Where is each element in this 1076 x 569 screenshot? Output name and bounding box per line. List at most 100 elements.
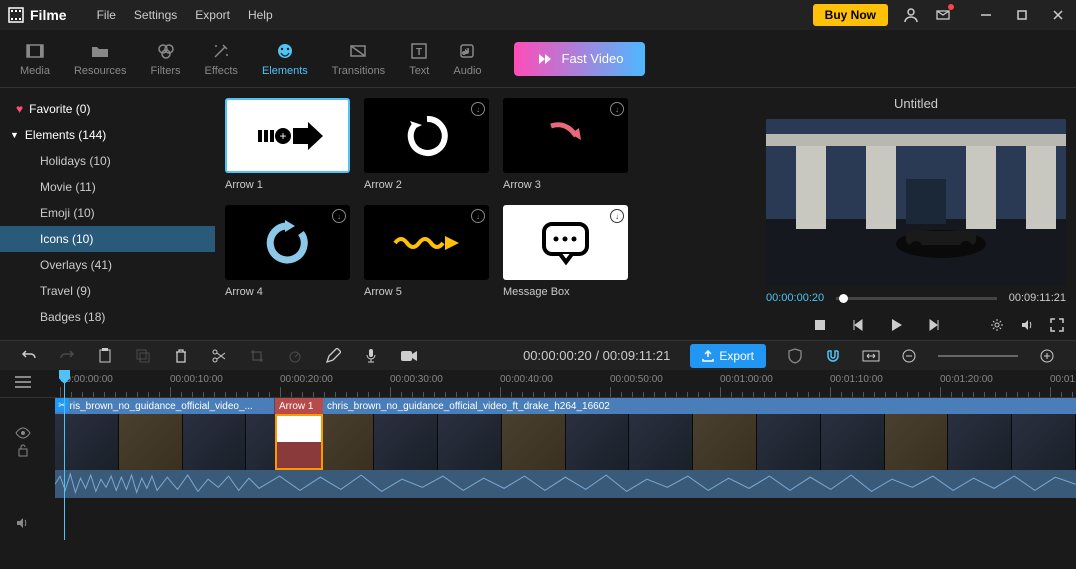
export-button[interactable]: Export — [690, 344, 766, 368]
sidebar-item-holidays[interactable]: Holidays (10) — [0, 148, 215, 174]
copy-icon[interactable] — [134, 347, 152, 365]
grid-item-arrow1[interactable]: + Arrow 1 — [225, 98, 350, 191]
edit-icon[interactable] — [324, 347, 342, 365]
caret-down-icon: ▼ — [10, 130, 19, 140]
sidebar-elements[interactable]: ▼Elements (144) — [0, 122, 215, 148]
scissors-icon[interactable]: ✂ — [55, 398, 69, 412]
menu-help[interactable]: Help — [248, 8, 273, 22]
ruler-mark: 00:00:30:00 — [390, 374, 443, 385]
settings-gear-icon[interactable] — [988, 316, 1006, 334]
mail-icon[interactable] — [934, 6, 952, 24]
download-icon: ↓ — [471, 209, 485, 223]
sidebar-item-icons[interactable]: Icons (10) — [0, 226, 215, 252]
app-name: Filme — [30, 7, 67, 23]
shield-icon[interactable] — [786, 347, 804, 365]
arrow-element-clip[interactable] — [275, 414, 323, 470]
menu-file[interactable]: File — [97, 8, 116, 22]
paste-icon[interactable] — [96, 347, 114, 365]
timeline-ruler[interactable]: 00:00:00:0000:00:10:0000:00:20:0000:00:3… — [0, 370, 1076, 398]
delete-icon[interactable] — [172, 347, 190, 365]
resources-icon — [90, 41, 110, 61]
stop-icon[interactable] — [811, 316, 829, 334]
zoom-in-icon[interactable] — [1038, 347, 1056, 365]
transitions-icon — [348, 41, 368, 61]
mic-icon[interactable] — [362, 347, 380, 365]
undo-icon[interactable] — [20, 347, 38, 365]
ruler-mark: 00:01:00:00 — [720, 374, 773, 385]
elements-icon — [275, 41, 295, 61]
tool-elements[interactable]: Elements — [250, 35, 320, 83]
sidebar-item-overlays[interactable]: Overlays (41) — [0, 252, 215, 278]
buy-now-button[interactable]: Buy Now — [813, 4, 888, 26]
thumb-arrow2: ↓ — [364, 98, 489, 173]
speaker-icon[interactable] — [15, 516, 29, 530]
crop-icon[interactable] — [248, 347, 266, 365]
menu-export[interactable]: Export — [195, 8, 230, 22]
tool-text[interactable]: TText — [397, 35, 441, 83]
fast-video-button[interactable]: Fast Video — [514, 42, 646, 76]
video-track[interactable] — [55, 414, 1076, 470]
eye-icon[interactable] — [15, 427, 31, 439]
audio-track[interactable] — [55, 508, 1076, 538]
tracks: ✂ chris_brown_no_guidance_official_video… — [0, 398, 1076, 538]
grid-item-arrow5[interactable]: ↓ Arrow 5 — [364, 205, 489, 298]
main-area: ♥Favorite (0) ▼Elements (144) Holidays (… — [0, 88, 1076, 340]
grid-item-arrow2[interactable]: ↓ Arrow 2 — [364, 98, 489, 191]
sidebar-item-badges[interactable]: Badges (18) — [0, 304, 215, 330]
fullscreen-icon[interactable] — [1048, 316, 1066, 334]
play-controls — [766, 310, 1066, 340]
play-icon[interactable] — [887, 316, 905, 334]
thumb-arrow5: ↓ — [364, 205, 489, 280]
sidebar-item-movie[interactable]: Movie (11) — [0, 174, 215, 200]
prev-frame-icon[interactable] — [849, 316, 867, 334]
grid-item-messagebox[interactable]: ↓ Message Box — [503, 205, 628, 298]
tool-resources[interactable]: Resources — [62, 35, 139, 83]
text-icon: T — [409, 41, 429, 61]
preview-video[interactable] — [766, 119, 1066, 286]
tool-effects[interactable]: Effects — [193, 35, 250, 83]
fit-icon[interactable] — [862, 347, 880, 365]
sidebar-favorite[interactable]: ♥Favorite (0) — [0, 96, 215, 122]
sidebar-item-travel[interactable]: Travel (9) — [0, 278, 215, 304]
clip-segment-arrow[interactable]: Arrow 1 — [275, 398, 323, 414]
sidebar: ♥Favorite (0) ▼Elements (144) Holidays (… — [0, 88, 215, 340]
lock-icon[interactable] — [17, 443, 29, 457]
playhead[interactable] — [64, 370, 65, 540]
preview-time-bar: 00:00:00:20 00:09:11:21 — [766, 286, 1066, 310]
time-current: 00:00:00:20 — [766, 292, 824, 304]
magnet-icon[interactable] — [824, 347, 842, 365]
tool-audio[interactable]: Audio — [441, 35, 493, 83]
split-icon[interactable] — [210, 347, 228, 365]
next-frame-icon[interactable] — [925, 316, 943, 334]
edit-toolbar: 00:00:00:20 / 00:09:11:21 Export — [0, 340, 1076, 370]
minimize-icon[interactable] — [976, 6, 996, 24]
tool-media[interactable]: Media — [8, 35, 62, 83]
filters-icon — [156, 41, 176, 61]
logo-icon — [8, 7, 24, 23]
tool-filters[interactable]: Filters — [139, 35, 193, 83]
app-logo: Filme — [8, 7, 67, 23]
volume-icon[interactable] — [1018, 316, 1036, 334]
clip-label-bar: ✂ chris_brown_no_guidance_official_video… — [55, 398, 1076, 414]
hamburger-icon[interactable] — [15, 376, 31, 388]
clip-segment-2[interactable]: chris_brown_no_guidance_official_video_f… — [323, 398, 1076, 414]
grid-item-arrow3[interactable]: ↓ Arrow 3 — [503, 98, 628, 191]
menu-settings[interactable]: Settings — [134, 8, 177, 22]
maximize-icon[interactable] — [1012, 6, 1032, 24]
ruler-mark: 00:01:10:00 — [830, 374, 883, 385]
speed-icon[interactable] — [286, 347, 304, 365]
close-icon[interactable] — [1048, 6, 1068, 24]
zoom-slider[interactable] — [938, 355, 1018, 357]
audio-waveform[interactable] — [55, 470, 1076, 498]
time-total: 00:09:11:21 — [1009, 292, 1066, 304]
grid-item-arrow4[interactable]: ↓ Arrow 4 — [225, 205, 350, 298]
tool-transitions[interactable]: Transitions — [320, 35, 397, 83]
account-icon[interactable] — [902, 6, 920, 24]
zoom-out-icon[interactable] — [900, 347, 918, 365]
sidebar-item-emoji[interactable]: Emoji (10) — [0, 200, 215, 226]
camera-icon[interactable] — [400, 347, 418, 365]
preview-slider[interactable] — [836, 297, 997, 300]
redo-icon[interactable] — [58, 347, 76, 365]
clip-segment-1[interactable]: chris_brown_no_guidance_official_video_.… — [55, 398, 275, 414]
ruler-mark: 00:00:10:00 — [170, 374, 223, 385]
